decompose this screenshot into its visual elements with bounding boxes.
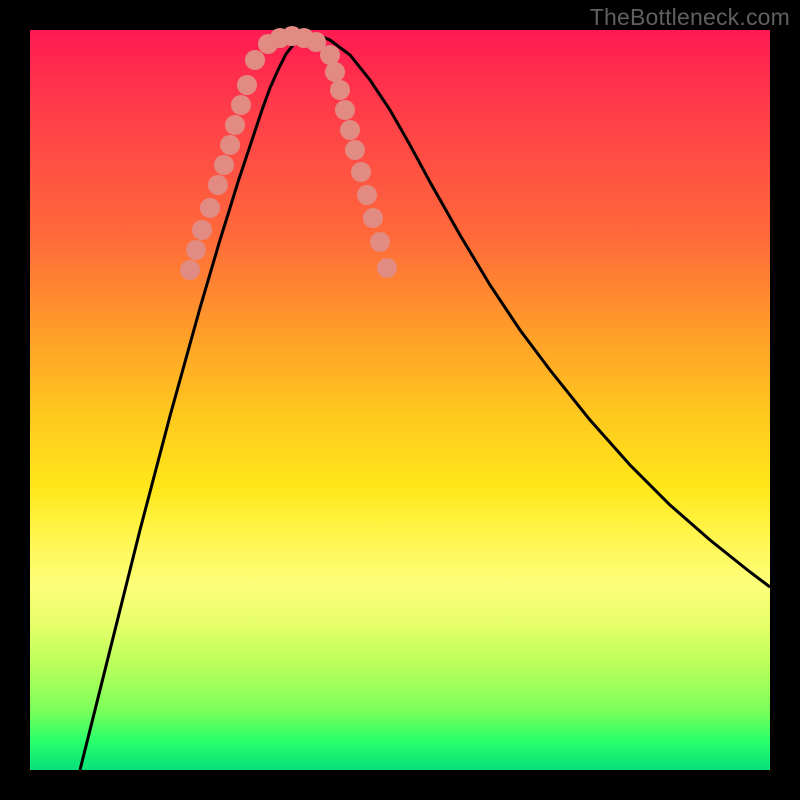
data-point <box>340 120 360 140</box>
chart-frame: TheBottleneck.com <box>0 0 800 800</box>
data-point <box>345 140 365 160</box>
data-point <box>320 45 340 65</box>
data-point <box>357 185 377 205</box>
data-point <box>186 240 206 260</box>
data-point <box>214 155 234 175</box>
data-point <box>200 198 220 218</box>
data-point <box>220 135 240 155</box>
data-point <box>231 95 251 115</box>
data-point <box>192 220 212 240</box>
plot-area <box>30 30 770 770</box>
data-point <box>180 260 200 280</box>
data-point <box>325 62 345 82</box>
data-point <box>363 208 383 228</box>
watermark-text: TheBottleneck.com <box>590 4 790 31</box>
data-point <box>370 232 390 252</box>
data-point <box>351 162 371 182</box>
data-point <box>335 100 355 120</box>
data-markers <box>180 26 397 280</box>
data-point <box>225 115 245 135</box>
data-point <box>377 258 397 278</box>
bottleneck-curve <box>80 35 770 770</box>
chart-svg <box>30 30 770 770</box>
data-point <box>330 80 350 100</box>
data-point <box>237 75 257 95</box>
data-point <box>245 50 265 70</box>
data-point <box>208 175 228 195</box>
